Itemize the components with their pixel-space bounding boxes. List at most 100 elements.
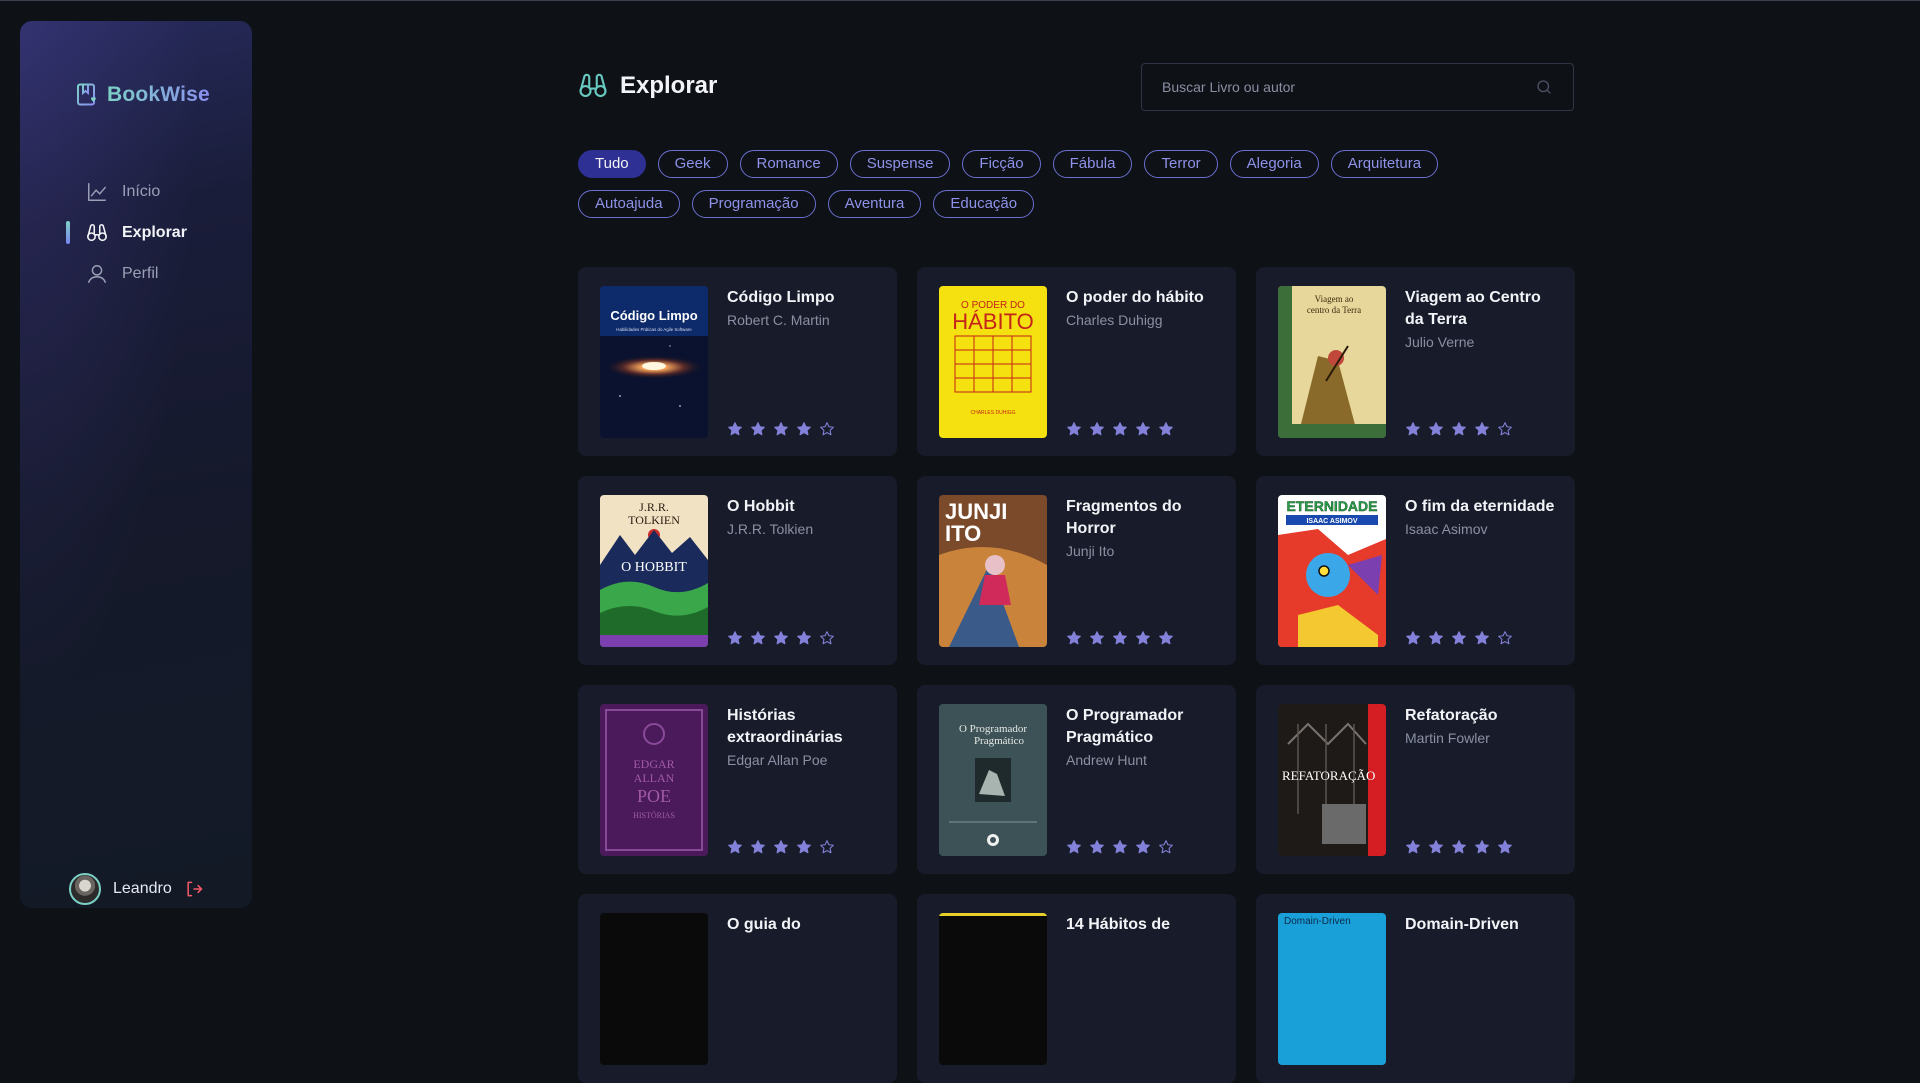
book-card[interactable]: EDGAR ALLAN POE HISTÓRIAS Histórias extr…	[578, 685, 897, 874]
rating-stars	[1066, 421, 1174, 437]
book-info: O guia do	[727, 914, 883, 936]
book-title: O Programador Pragmático	[1066, 707, 1184, 746]
user-icon	[88, 264, 106, 283]
star-empty-icon	[820, 840, 834, 854]
sidebar: BookWise Início Explorar Perfil Leandro	[20, 21, 252, 908]
book-info: Fragmentos do Horror Junji Ito	[1066, 496, 1222, 562]
star-filled-icon	[774, 840, 788, 854]
star-filled-icon	[1452, 422, 1466, 436]
cover-title: HISTÓRIAS	[633, 810, 675, 820]
avatar[interactable]	[69, 873, 101, 905]
star-filled-icon	[1113, 422, 1127, 436]
sidebar-item-explorar[interactable]: Explorar	[20, 212, 252, 253]
search-icon[interactable]	[1535, 78, 1553, 96]
book-author: Andrew Hunt	[1066, 752, 1147, 768]
book-card[interactable]: O guia do	[578, 894, 897, 1083]
book-author: Julio Verne	[1405, 334, 1475, 350]
page-title: Explorar	[578, 71, 717, 101]
tag-alegoria[interactable]: Alegoria	[1229, 150, 1319, 178]
search-input[interactable]	[1162, 79, 1535, 95]
star-filled-icon	[1498, 840, 1512, 854]
cover-title: Viagem ao	[1315, 294, 1354, 304]
book-cover: Código Limpo Habilidades Práticas do Agi…	[600, 286, 708, 438]
sidebar-item-perfil[interactable]: Perfil	[20, 253, 252, 294]
cover-subtitle: centro da Terra	[1307, 305, 1361, 315]
tag-romance[interactable]: Romance	[739, 150, 838, 178]
rating-stars	[1405, 839, 1513, 855]
rating-stars	[727, 630, 835, 646]
sidebar-nav: Início Explorar Perfil	[20, 171, 252, 294]
tag-aventura[interactable]: Aventura	[827, 190, 922, 218]
book-grid: Código Limpo Habilidades Práticas do Agi…	[578, 267, 1575, 1083]
cover-author-middle: ALLAN	[634, 771, 675, 785]
book-author: Robert C. Martin	[727, 312, 830, 328]
book-cover: REFATORAÇÃO	[1278, 704, 1386, 856]
star-filled-icon	[1475, 840, 1489, 854]
tag-tudo[interactable]: Tudo	[578, 150, 646, 178]
book-card[interactable]: Domain-Driven Domain-Driven	[1256, 894, 1575, 1083]
star-filled-icon	[1406, 631, 1420, 645]
book-card[interactable]: 14 Hábitos de	[917, 894, 1236, 1083]
star-filled-icon	[1429, 840, 1443, 854]
book-card[interactable]: ETERNIDADE ISAAC ASIMOV O fim da eternid…	[1256, 476, 1575, 665]
chart-line-icon	[88, 182, 106, 201]
star-filled-icon	[1429, 631, 1443, 645]
star-filled-icon	[1475, 422, 1489, 436]
star-empty-icon	[820, 422, 834, 436]
star-filled-icon	[751, 840, 765, 854]
book-card[interactable]: Viagem ao centro da Terra Viagem ao Cent…	[1256, 267, 1575, 456]
star-filled-icon	[1452, 840, 1466, 854]
window-top-border	[0, 0, 1920, 1]
tag-suspense[interactable]: Suspense	[849, 150, 951, 178]
binoculars-icon	[87, 223, 107, 241]
book-info: Histórias extraordinárias Edgar Allan Po…	[727, 705, 883, 771]
book-author: Junji Ito	[1066, 543, 1115, 559]
book-title: O poder do hábito	[1066, 289, 1204, 306]
star-filled-icon	[1429, 422, 1443, 436]
rating-stars	[727, 421, 835, 437]
tag-programacao[interactable]: Programação	[691, 190, 816, 218]
star-filled-icon	[1406, 840, 1420, 854]
sidebar-item-label: Explorar	[122, 223, 187, 241]
star-filled-icon	[728, 422, 742, 436]
tag-autoajuda[interactable]: Autoajuda	[578, 190, 680, 218]
logout-icon[interactable]	[184, 879, 204, 899]
book-card[interactable]: O PODER DO HÁBITO CHARLES DUHIGG O poder…	[917, 267, 1236, 456]
book-info: O Hobbit J.R.R. Tolkien	[727, 496, 883, 540]
tag-educacao[interactable]: Educação	[933, 190, 1035, 218]
tag-geek[interactable]: Geek	[657, 150, 728, 178]
book-title: 14 Hábitos de	[1066, 916, 1171, 933]
book-cover	[939, 913, 1047, 1065]
tag-fabula[interactable]: Fábula	[1052, 150, 1133, 178]
book-card[interactable]: J.R.R. TOLKIEN O HOBBIT O Hobbit J.R.R. …	[578, 476, 897, 665]
cover-author: CHARLES DUHIGG	[970, 410, 1015, 416]
book-info: Viagem ao Centro da Terra Julio Verne	[1405, 287, 1561, 353]
sidebar-item-label: Início	[122, 182, 161, 200]
book-card[interactable]: REFATORAÇÃO Refatoração Martin Fowler	[1256, 685, 1575, 874]
cover-title: ETERNIDADE	[1286, 498, 1377, 514]
star-filled-icon	[774, 631, 788, 645]
book-cover: J.R.R. TOLKIEN O HOBBIT	[600, 495, 708, 647]
book-card[interactable]: Código Limpo Habilidades Práticas do Agi…	[578, 267, 897, 456]
star-filled-icon	[797, 840, 811, 854]
user-profile: Leandro	[69, 873, 204, 905]
book-title: Código Limpo	[727, 289, 835, 306]
star-filled-icon	[751, 631, 765, 645]
book-card[interactable]: JUNJI ITO Fragmentos do Horror Junji Ito	[917, 476, 1236, 665]
app-logo[interactable]: BookWise	[76, 83, 210, 107]
star-filled-icon	[1136, 840, 1150, 854]
book-author: Edgar Allan Poe	[727, 752, 828, 768]
book-title: Refatoração	[1405, 707, 1498, 724]
star-filled-icon	[1452, 631, 1466, 645]
star-filled-icon	[1136, 631, 1150, 645]
cover-title: Código Limpo	[610, 308, 697, 323]
sidebar-item-inicio[interactable]: Início	[20, 171, 252, 212]
search-box	[1141, 63, 1574, 111]
book-title: O Hobbit	[727, 498, 795, 515]
cover-author-first: J.R.R.	[639, 500, 669, 514]
book-info: 14 Hábitos de	[1066, 914, 1222, 936]
tag-arquitetura[interactable]: Arquitetura	[1330, 150, 1439, 178]
book-card[interactable]: O Programador Pragmático O Programador P…	[917, 685, 1236, 874]
tag-terror[interactable]: Terror	[1144, 150, 1218, 178]
tag-ficcao[interactable]: Ficção	[962, 150, 1041, 178]
